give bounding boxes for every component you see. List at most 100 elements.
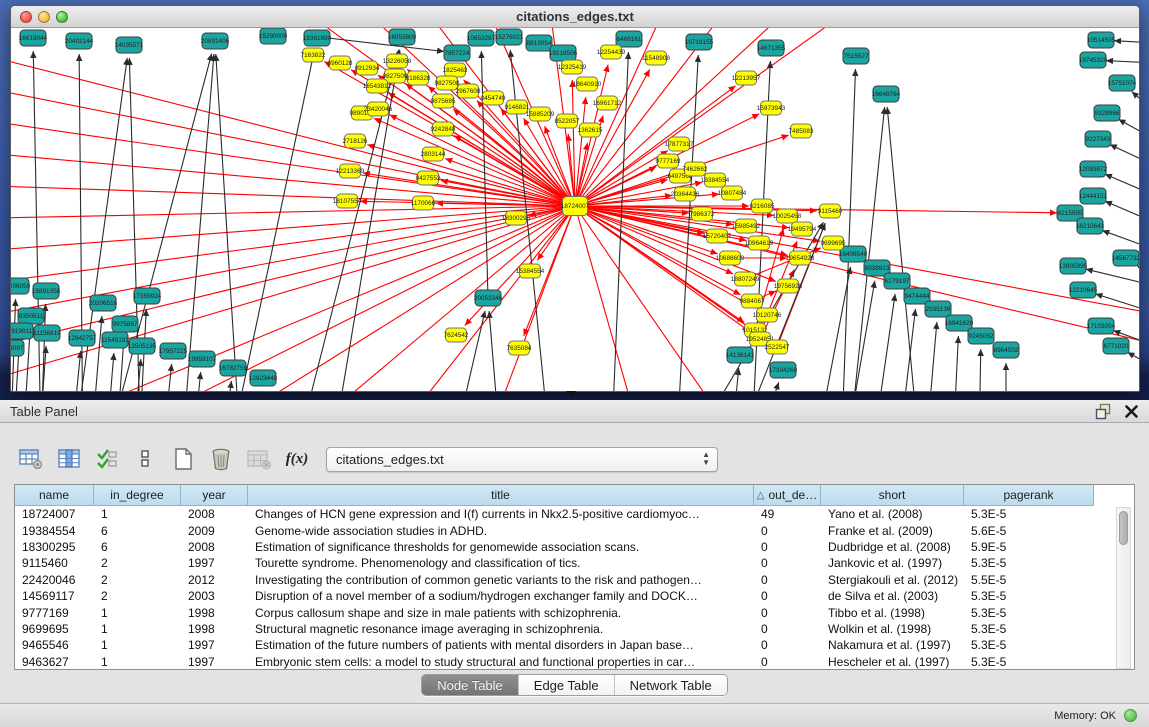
selected-node-7635084[interactable]: 7635084 — [507, 341, 532, 355]
node-20402144[interactable]: 20402144 — [65, 33, 94, 49]
node-16053809[interactable]: 16053809 — [388, 29, 417, 45]
table-cell[interactable]: 1997 — [181, 555, 248, 571]
table-row[interactable]: 2242004622012Investigating the contribut… — [15, 572, 1134, 588]
window-titlebar[interactable]: citations_edges.txt — [11, 6, 1139, 28]
table-cell[interactable]: 2008 — [181, 539, 248, 555]
table-row[interactable]: 911546021997Tourette syndrome. Phenomeno… — [15, 555, 1134, 571]
table-cell[interactable]: 5.3E-5 — [964, 588, 1094, 604]
selected-node-1362615[interactable]: 1362615 — [578, 123, 603, 137]
table-cell[interactable]: 2 — [94, 555, 181, 571]
table-cell[interactable]: Estimation of the future numbers of pati… — [248, 637, 754, 653]
node-6466161[interactable]: 6466161 — [616, 31, 642, 47]
selected-node-19654923[interactable]: 19654923 — [786, 251, 815, 265]
selected-node-8960128[interactable]: 8960128 — [328, 56, 353, 70]
column-header-name[interactable]: name — [15, 485, 94, 506]
node-13905995[interactable]: 13905995 — [1059, 258, 1088, 274]
table-row[interactable]: 1938455462009Genome-wide association stu… — [15, 522, 1134, 538]
delete-icon[interactable] — [206, 445, 236, 473]
table-cell[interactable]: 1998 — [181, 604, 248, 620]
node-9329966[interactable]: 9329966 — [1094, 105, 1120, 121]
selected-node-7462662[interactable]: 7462662 — [683, 162, 708, 176]
node-17359924[interactable]: 17359924 — [133, 288, 162, 304]
select-rows-icon[interactable] — [92, 445, 122, 473]
column-header-out_de[interactable]: △out_de… — [754, 485, 821, 506]
table-cell[interactable]: 0 — [754, 522, 821, 538]
selected-node-2718126[interactable]: 2718126 — [343, 134, 368, 148]
table-cell[interactable]: 5.9E-5 — [964, 539, 1094, 555]
table-cell[interactable]: 14569117 — [15, 588, 94, 604]
selected-node-18640910[interactable]: 18640910 — [573, 77, 602, 91]
selected-node-15885209[interactable]: 15885209 — [526, 107, 555, 121]
selected-node-8186328[interactable]: 8186328 — [406, 71, 431, 85]
selected-node-7624542[interactable]: 7624542 — [444, 328, 469, 342]
node-10514505[interactable]: 10514505 — [1087, 32, 1116, 48]
table-cell[interactable]: 5.3E-5 — [964, 654, 1094, 670]
table-cell[interactable]: 9465546 — [15, 637, 94, 653]
table-cell[interactable]: Estimation of significance thresholds fo… — [248, 539, 754, 555]
table-cell[interactable]: 9777169 — [15, 604, 94, 620]
table-row[interactable]: 969969511998Structural magnetic resonanc… — [15, 621, 1134, 637]
selected-node-12325419[interactable]: 12325419 — [558, 60, 587, 74]
table-cell[interactable]: 0 — [754, 555, 821, 571]
node-15290009[interactable]: 15290009 — [259, 28, 288, 44]
node-20206516[interactable]: 20206516 — [89, 295, 118, 311]
close-panel-icon[interactable] — [1124, 404, 1139, 419]
column-header-year[interactable]: year — [181, 485, 248, 506]
table-cell[interactable]: Dudbridge et al. (2008) — [821, 539, 964, 555]
minimize-window-button[interactable] — [38, 11, 50, 23]
column-header-title[interactable]: title — [248, 485, 754, 506]
table-cell[interactable]: 0 — [754, 637, 821, 653]
table-cell[interactable]: 5.5E-5 — [964, 572, 1094, 588]
table-cell[interactable]: 2009 — [181, 522, 248, 538]
node-10719155[interactable]: 10719155 — [685, 34, 714, 50]
selected-node-8454749[interactable]: 8454749 — [481, 91, 506, 105]
table-cell[interactable]: 5.3E-5 — [964, 637, 1094, 653]
table-cell[interactable]: Investigating the contribution of common… — [248, 572, 754, 588]
select-columns-icon[interactable] — [54, 445, 84, 473]
selected-node-8522057[interactable]: 8522057 — [555, 114, 580, 128]
node-17334260[interactable]: 17334260 — [769, 362, 798, 378]
selected-node-15985492[interactable]: 15985492 — [732, 219, 761, 233]
selected-node-15973943[interactable]: 15973943 — [757, 101, 786, 115]
selected-node-7986372[interactable]: 7986372 — [690, 207, 715, 221]
selected-node-10688609[interactable]: 10688609 — [716, 251, 745, 265]
node-12093872[interactable]: 12093872 — [1079, 161, 1108, 177]
selected-node-15720407[interactable]: 15720407 — [703, 229, 732, 243]
node-16648784[interactable]: 16648784 — [872, 86, 901, 102]
node-7515527[interactable]: 7515527 — [843, 48, 869, 64]
selected-node-15384554[interactable]: 15384554 — [516, 264, 545, 278]
node-6771020[interactable]: 6771020 — [1103, 338, 1129, 354]
table-cell[interactable]: 1 — [94, 506, 181, 522]
table-cell[interactable]: Changes of HCN gene expression and I(f) … — [248, 506, 754, 522]
table-cell[interactable]: 49 — [754, 506, 821, 522]
selected-node-2522547[interactable]: 2522547 — [765, 340, 790, 354]
column-header-in_degree[interactable]: in_degree — [94, 485, 181, 506]
node-18381890[interactable]: 18381890 — [303, 30, 332, 46]
table-row[interactable]: 1456911722003Disruption of a novel membe… — [15, 588, 1134, 604]
selected-node-6216085[interactable]: 6216085 — [750, 199, 775, 213]
table-cell[interactable]: Genome-wide association studies in ADHD. — [248, 522, 754, 538]
table-cell[interactable]: Nakamura et al. (1997) — [821, 637, 964, 653]
table-row[interactable]: 946554611997Estimation of the future num… — [15, 637, 1134, 653]
node-12210645[interactable]: 12210645 — [1069, 282, 1098, 298]
table-cell[interactable]: 5.3E-5 — [964, 555, 1094, 571]
table-cell[interactable]: 18300295 — [15, 539, 94, 555]
table-cell[interactable]: 19384554 — [15, 522, 94, 538]
function-builder-icon[interactable]: f(x) — [282, 445, 312, 473]
table-cell[interactable]: Structural magnetic resonance image aver… — [248, 621, 754, 637]
node-16619044[interactable]: 16619044 — [19, 30, 48, 46]
selected-node-17877317[interactable]: 17877317 — [665, 137, 694, 151]
node-15891358[interactable]: 15891358 — [32, 283, 61, 299]
table-cell[interactable]: 0 — [754, 621, 821, 637]
table-cell[interactable]: 2003 — [181, 588, 248, 604]
new-file-icon[interactable] — [168, 445, 198, 473]
table-cell[interactable]: Stergiakouli et al. (2012) — [821, 572, 964, 588]
table-cell[interactable]: 1998 — [181, 621, 248, 637]
selected-node-10120746[interactable]: 10120746 — [753, 308, 782, 322]
table-cell[interactable]: 5.3E-5 — [964, 506, 1094, 522]
table-cell[interactable]: 9463627 — [15, 654, 94, 670]
table-cell[interactable]: 2008 — [181, 506, 248, 522]
selected-node-9884067[interactable]: 9884067 — [740, 294, 765, 308]
table-settings-icon[interactable] — [16, 445, 46, 473]
node-19958107[interactable]: 19958107 — [188, 351, 217, 367]
